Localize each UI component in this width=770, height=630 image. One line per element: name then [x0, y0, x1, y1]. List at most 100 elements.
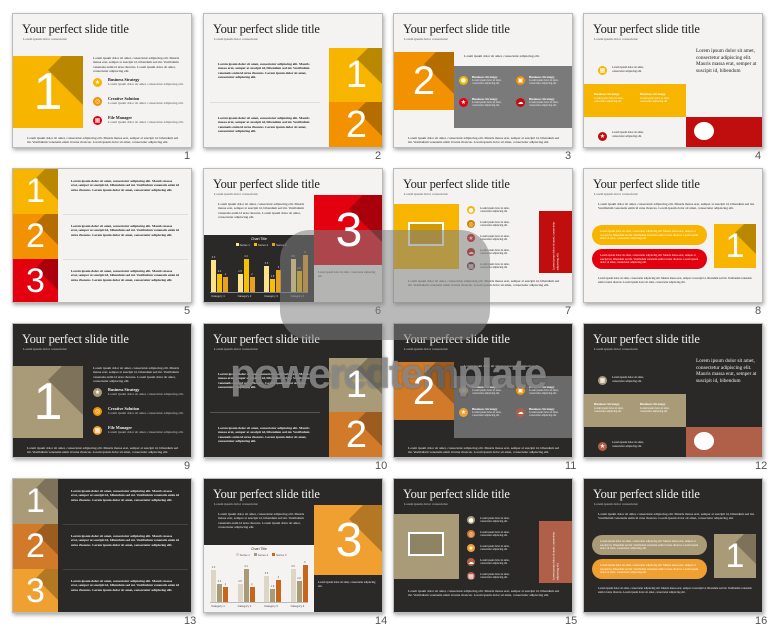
piggy-bank-block	[686, 117, 762, 147]
big-text: Lorem ipsum dolor sit amet, consectetur …	[696, 48, 757, 74]
data-label: 4.3	[211, 566, 216, 570]
callout-text: Lorem ipsum dolor sit amet, consectetur …	[551, 221, 560, 271]
big-number-block: 2	[394, 52, 454, 110]
slide-subtitle: Lorem ipsum dolor consectetur	[404, 192, 448, 196]
item-text: Lorem ipsum dolor sit amet, consectetur …	[640, 97, 670, 104]
category-label: Category 3	[264, 294, 278, 298]
data-label: 4.4	[244, 255, 248, 259]
category-label: Category 4	[290, 294, 305, 298]
text-block: Lorem ipsum dolor sit amet, consectetur …	[71, 534, 179, 547]
slide-title: Your perfect slide title	[593, 487, 700, 501]
slide-thumbnail-15[interactable]: Your perfect slide title Lorem ipsum dolo…	[393, 478, 573, 613]
data-label: 5	[304, 561, 306, 564]
data-label: 3	[277, 575, 280, 579]
features-panel: ● Business Strategy Lorem ipsum dolor sit …	[454, 376, 572, 438]
slide-thumbnail-8[interactable]: Your perfect slide title Lorem ipsum dolo…	[583, 168, 763, 303]
item-text: Lorem ipsum dolor sit amet, consectetur …	[480, 263, 510, 270]
big-number: 2	[412, 58, 436, 103]
slide-subtitle: Lorem ipsum dolor consectetur	[404, 37, 448, 41]
piggy-bank-icon	[694, 432, 714, 450]
pill-text: Lorem ipsum dolor sit amet, consectetur …	[600, 230, 699, 241]
divider	[63, 569, 188, 570]
item-text: Lorem ipsum dolor sit amet, consectetur …	[108, 430, 184, 434]
slide-thumbnail-16[interactable]: Your perfect slide title Lorem ipsum dolo…	[583, 478, 763, 613]
slide-thumbnail-14[interactable]: Your perfect slide title Lorem ipsum dolo…	[203, 478, 383, 613]
chart-bar	[264, 576, 269, 602]
item-text: Lorem ipsum dolor sit amet, consectetur …	[108, 82, 184, 86]
big-number: 1	[725, 536, 745, 575]
slide-title: Your perfect slide title	[403, 487, 510, 501]
chart-bar	[270, 278, 275, 292]
legend-swatch	[235, 243, 239, 246]
text-block: Lorem ipsum dolor sit amet, consectetur …	[71, 224, 179, 237]
target-icon: ◎	[467, 530, 475, 538]
category-label: Category 4	[290, 604, 305, 608]
big-number: 2	[412, 368, 436, 413]
slide-thumbnail-1[interactable]: Your perfect slide title Lorem ipsum dolo…	[12, 13, 192, 148]
intro-text: Lorem ipsum dolor sit amet, consectetur …	[464, 364, 540, 368]
person-icon: ●	[459, 76, 468, 85]
slide-thumbnail-13[interactable]: 1 2 3 Lorem ipsum dolor sit amet, consectet…	[12, 478, 192, 613]
divider	[210, 102, 320, 103]
big-number-block: 2	[394, 362, 454, 420]
slide-thumbnail-5[interactable]: 1 2 3 Lorem ipsum dolor sit amet, consectet…	[12, 168, 192, 303]
slide-thumbnail-12[interactable]: Your perfect slide title Lorem ipsum dolo…	[583, 323, 763, 458]
big-number-block: 1	[714, 534, 756, 578]
x-axis	[210, 602, 308, 603]
item-text: Lorem ipsum dolor sit amet, consectetur …	[480, 207, 510, 214]
slide-thumbnail-6[interactable]: Your perfect slide title Lorem ipsum dolo…	[203, 168, 383, 303]
legend-label: Series 2	[257, 553, 269, 557]
slide-title: Your perfect slide title	[593, 332, 700, 346]
item-text: Lorem ipsum dolor sit amet, consectetur …	[640, 407, 670, 414]
big-number: 3	[335, 513, 363, 567]
footer-text: Lorem ipsum dolor sit amet, consectetur …	[598, 277, 752, 285]
big-number-block: 1	[13, 479, 58, 524]
slide-thumbnail-4[interactable]: Your perfect slide title Lorem ipsum dolo…	[583, 13, 763, 148]
item-text: Lorem ipsum dolor sit amet, consectetur …	[529, 79, 559, 86]
slide-subtitle: Lorem ipsum dolor consectetur	[23, 37, 67, 41]
data-label: 4.3	[211, 256, 216, 260]
item-heading: Business Strategy	[640, 92, 666, 96]
footer-text: Lorem ipsum dolor sit amet, consectetur …	[408, 279, 560, 288]
chart-bar	[270, 588, 275, 602]
slide-title: Your perfect slide title	[213, 22, 320, 36]
big-number: 3	[335, 203, 363, 257]
slide-title: Your perfect slide title	[213, 177, 320, 191]
text-block: Lorem ipsum dolor sit amet, consectetur …	[71, 269, 179, 282]
data-label: 3.5	[264, 262, 269, 266]
pill-text: Lorem ipsum dolor sit amet, consectetur …	[600, 540, 699, 551]
slide-title: Your perfect slide title	[213, 487, 320, 501]
big-number-block: 3	[314, 505, 382, 575]
slide-thumbnail-10[interactable]: Your perfect slide title Lorem ipsum dolo…	[203, 323, 383, 458]
cloud-icon: ☁	[516, 408, 525, 417]
file-icon: ▦	[467, 262, 475, 270]
item-heading: Business Strategy	[640, 402, 666, 406]
file-icon: ▦	[467, 572, 475, 580]
slide-number: 10	[375, 460, 388, 472]
data-label: 3.5	[264, 572, 269, 576]
star-icon: ★	[467, 234, 475, 242]
data-label: 5	[304, 251, 306, 254]
data-label: 2	[224, 273, 227, 277]
slide-thumbnail-2[interactable]: Your perfect slide title Lorem ipsum dolo…	[203, 13, 383, 148]
big-number: 1	[345, 363, 368, 406]
slide-thumbnail-11[interactable]: Your perfect slide title Lorem ipsum dolo…	[393, 323, 573, 458]
big-number-block: 2	[329, 102, 382, 147]
footer-text: Lorem ipsum dolor sit amet, consectetur …	[408, 589, 560, 598]
slide-number: 9	[184, 460, 191, 472]
item-text: Lorem ipsum dolor sit amet, consectetur …	[480, 235, 510, 242]
big-text: Lorem ipsum dolor sit amet, consectetur …	[696, 358, 757, 384]
star-icon: ★	[93, 78, 102, 87]
chart-bar	[290, 258, 296, 292]
document-icon: ▣	[516, 76, 525, 85]
slide-thumbnail-3[interactable]: Your perfect slide title Lorem ipsum dolo…	[393, 13, 573, 148]
item-text: Lorem ipsum dolor sit amet, consectetur …	[108, 101, 184, 105]
legend-swatch	[272, 243, 276, 246]
target-icon: ◎	[93, 407, 102, 416]
slide-thumbnail-7[interactable]: Your perfect slide title Lorem ipsum dolo…	[393, 168, 573, 303]
pill-text: Lorem ipsum dolor sit amet, consectetur …	[600, 254, 699, 265]
slide-thumbnail-9[interactable]: Your perfect slide title Lorem ipsum dolo…	[12, 323, 192, 458]
presentation-block	[394, 514, 459, 579]
chart-bar	[296, 581, 302, 602]
data-label: 4.4	[244, 565, 248, 569]
